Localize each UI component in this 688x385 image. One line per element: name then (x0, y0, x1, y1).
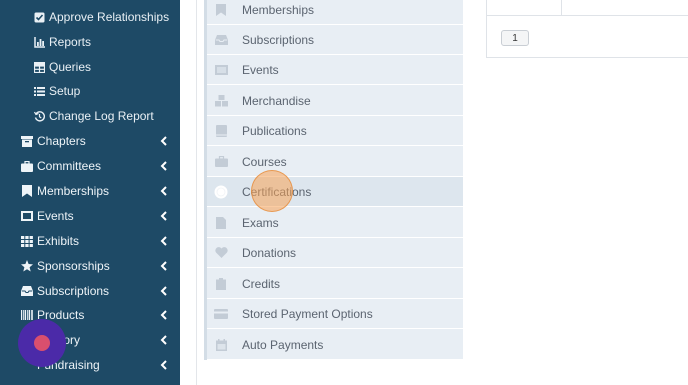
chevron-left-icon (160, 211, 167, 221)
sidebar-subitem-label: Reports (49, 35, 92, 49)
menu-item-merchandise[interactable]: Merchandise (204, 86, 463, 116)
sidebar-subitem-label: Queries (49, 60, 92, 74)
sidebar-subitem-queries[interactable]: Queries (0, 55, 180, 79)
column-divider (561, 0, 562, 16)
menu-item-label: Memberships (242, 2, 315, 17)
sidebar-subitem-label: Change Log Report (49, 109, 154, 123)
briefcase-icon (214, 155, 228, 169)
menu-left-border (204, 0, 207, 360)
menu-item-label: Publications (242, 123, 307, 138)
ticket-icon (21, 210, 33, 222)
sidebar-item-label: Memberships (37, 184, 110, 198)
sidebar-item-exhibits[interactable]: Exhibits (0, 229, 180, 253)
product-type-menu: Memberships Subscriptions Events Merchan… (204, 0, 463, 360)
sidebar-item-label: Exhibits (37, 234, 80, 248)
app-root: Approve Relationships Reports Queries Se… (0, 0, 688, 385)
menu-item-label: Courses (242, 154, 287, 169)
sidebar-subitem-setup[interactable]: Setup (0, 79, 180, 103)
menu-item-publications[interactable]: Publications (204, 116, 463, 146)
chevron-left-icon (160, 310, 167, 320)
chevron-left-icon (160, 136, 167, 146)
star-icon (21, 260, 33, 272)
sidebar-item-label: Events (37, 209, 74, 223)
sidebar-item-label: Subscriptions (37, 284, 110, 298)
chevron-left-icon (160, 360, 167, 370)
barcode-icon (21, 309, 33, 321)
sidebar-subitem-label: Approve Relationships (49, 10, 170, 24)
menu-item-donations[interactable]: Donations (204, 238, 463, 268)
sidebar-subitem-label: Setup (49, 84, 81, 98)
chevron-left-icon (160, 236, 167, 246)
sidebar-item-chapters[interactable]: Chapters (0, 129, 180, 153)
menu-item-certifications[interactable]: Certifications (204, 177, 463, 207)
grid-icon (21, 235, 33, 247)
calendar-icon (214, 338, 228, 352)
menu-item-subscriptions[interactable]: Subscriptions (204, 25, 463, 55)
menu-item-auto-payments[interactable]: Auto Payments (204, 330, 463, 360)
archive-icon (21, 135, 33, 147)
menu-item-label: Exams (242, 215, 279, 230)
menu-item-credits[interactable]: Credits (204, 269, 463, 299)
menu-item-label: Events (242, 62, 279, 77)
inbox-icon (214, 33, 228, 47)
menu-item-label: Merchandise (242, 93, 311, 108)
menu-item-stored-payment-options[interactable]: Stored Payment Options (204, 299, 463, 329)
menu-item-label: Auto Payments (242, 337, 324, 352)
content-divider (196, 0, 197, 385)
inbox-icon (21, 285, 33, 297)
menu-item-label: Credits (242, 276, 281, 291)
sidebar-subitem-reports[interactable]: Reports (0, 30, 180, 54)
menu-item-label: Donations (242, 245, 297, 260)
chevron-left-icon (160, 186, 167, 196)
heart-icon (214, 246, 228, 260)
sidebar-item-memberships[interactable]: Memberships (0, 179, 180, 203)
menu-item-memberships[interactable]: Memberships (204, 0, 463, 25)
menu-item-events[interactable]: Events (204, 55, 463, 85)
chevron-left-icon (160, 161, 167, 171)
sidebar-item-label: Committees (37, 159, 102, 173)
table-icon (33, 61, 45, 73)
list-icon (33, 85, 45, 97)
cubes-icon (214, 94, 228, 108)
sidebar-item-subscriptions[interactable]: Subscriptions (0, 279, 180, 303)
credit-card-icon (214, 307, 228, 321)
bookmark-icon (214, 3, 228, 17)
file-icon (214, 216, 228, 230)
content-gutter (180, 0, 197, 385)
results-table: 1 (486, 0, 688, 58)
bar-chart-icon (33, 36, 45, 48)
sidebar-item-committees[interactable]: Committees (0, 154, 180, 178)
briefcase-icon (21, 160, 33, 172)
click-indicator (251, 170, 293, 212)
menu-item-courses[interactable]: Courses (204, 147, 463, 177)
book-icon (214, 124, 228, 138)
pagination-page-button[interactable]: 1 (501, 30, 529, 46)
sidebar-item-label: Chapters (37, 134, 86, 148)
clipboard-icon (214, 277, 228, 291)
sidebar-item-label: Sponsorships (37, 259, 110, 273)
notification-dot (34, 335, 50, 351)
sidebar-subitem-approve-relationships[interactable]: Approve Relationships (0, 5, 180, 29)
table-header (487, 0, 688, 16)
bookmark-icon (21, 185, 33, 197)
menu-item-label: Subscriptions (242, 32, 315, 47)
menu-item-label: Stored Payment Options (242, 306, 373, 321)
history-icon (33, 110, 45, 122)
sidebar-subitem-change-log-report[interactable]: Change Log Report (0, 104, 180, 128)
ticket-icon (214, 63, 228, 77)
chevron-left-icon (160, 286, 167, 296)
sidebar-item-events[interactable]: Events (0, 204, 180, 228)
chevron-left-icon (160, 261, 167, 271)
certificate-icon (214, 185, 228, 199)
menu-item-exams[interactable]: Exams (204, 208, 463, 238)
check-square-icon (33, 11, 45, 23)
chevron-left-icon (160, 335, 167, 345)
sidebar-item-sponsorships[interactable]: Sponsorships (0, 254, 180, 278)
